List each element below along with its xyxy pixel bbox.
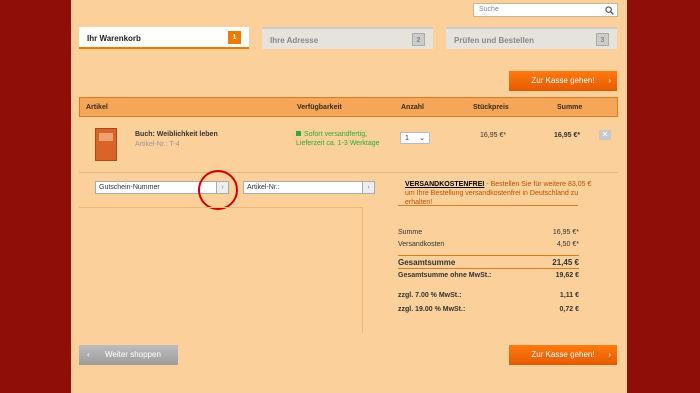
step-review-number: 3 (596, 33, 609, 46)
search-icon[interactable] (605, 6, 614, 15)
checkout-label: Zur Kasse gehen! (531, 76, 595, 85)
article-input-value: Artikel-Nr.: (247, 184, 280, 191)
checkout-button-bottom[interactable]: Zur Kasse gehen! › (509, 345, 617, 365)
summary-vat19-value: 0,72 € (559, 306, 579, 313)
cart-table-header: Artikel Verfügbarkeit Anzahl Stückpreis … (79, 97, 618, 117)
chevron-right-icon: › (608, 76, 611, 85)
availability-status: Sofort versandfertig, (296, 131, 367, 138)
continue-shopping-button[interactable]: ‹ Weiter shoppen (79, 345, 178, 365)
col-article: Artikel (86, 104, 108, 111)
article-number-input[interactable]: Artikel-Nr.: › (243, 181, 375, 194)
summary-sum-label: Summe (398, 229, 423, 236)
step-address-label: Ihre Adresse (270, 36, 319, 45)
step-review: Prüfen und Bestellen 3 (446, 27, 617, 49)
table-row: Buch: Weiblichkeit leben Artikel-Nr.: T-… (79, 118, 618, 173)
chevron-down-icon: ⌄ (419, 135, 425, 142)
product-image[interactable] (95, 128, 117, 161)
step-cart-label: Ihr Warenkorb (87, 34, 141, 43)
col-availability: Verfügbarkeit (297, 104, 342, 111)
checkout-label: Zur Kasse gehen! (531, 350, 595, 359)
summary-vat7-label: zzgl. 7.00 % MwSt.: (398, 292, 462, 299)
highlight-circle (198, 170, 238, 210)
col-sum: Summe (557, 104, 583, 111)
coupon-value: Gutschein-Nummer (99, 184, 160, 191)
step-cart-number: 1 (228, 31, 241, 44)
article-submit-icon[interactable]: › (362, 182, 374, 193)
unit-price: 16,95 €* (480, 132, 507, 139)
step-address-number: 2 (412, 33, 425, 46)
left-panel (79, 207, 363, 333)
checkout-button-top[interactable]: Zur Kasse gehen! › (509, 71, 617, 91)
availability-icon (296, 131, 301, 136)
summary-sum-value: 16,95 €* (552, 229, 579, 236)
delivery-time: Lieferzeit ca. 1-3 Werktage (296, 140, 380, 147)
search-placeholder: Suche (479, 6, 499, 13)
summary-net-value: 19,62 € (555, 272, 579, 279)
quantity-value: 1 (405, 135, 409, 142)
continue-shopping-label: Weiter shoppen (105, 350, 161, 359)
summary-vat19-label: zzgl. 19.00 % MwSt.: (398, 306, 466, 313)
shipping-divider (398, 205, 578, 206)
col-quantity: Anzahl (401, 104, 424, 111)
summary-shipping-label: Versandkosten (398, 241, 445, 248)
summary-shipping-value: 4,50 €* (556, 241, 579, 248)
summary-total-value: 21,45 € (552, 258, 579, 267)
step-review-label: Prüfen und Bestellen (454, 36, 535, 45)
step-cart: Ihr Warenkorb 1 (79, 27, 249, 49)
summary-net-label: Gesamtsumme ohne MwSt.: (398, 272, 492, 279)
product-title[interactable]: Buch: Weiblichkeit leben (135, 131, 218, 138)
chevron-left-icon: ‹ (87, 350, 90, 359)
quantity-select[interactable]: 1 ⌄ (400, 132, 430, 144)
summary-vat7-value: 1,11 € (559, 292, 579, 299)
search-input[interactable]: Suche (473, 3, 618, 17)
col-unit-price: Stückpreis (473, 104, 509, 111)
product-article-number: Artikel-Nr.: T-4 (135, 141, 180, 148)
shipping-info: VERSANDKOSTENFREI - Bestellen Sie für we… (405, 180, 592, 207)
summary-total-label: Gesamtsumme (398, 258, 456, 267)
free-shipping-link[interactable]: VERSANDKOSTENFREI (405, 181, 484, 188)
chevron-right-icon: › (608, 350, 611, 359)
row-sum: 16,95 €* (554, 132, 581, 139)
remove-item-button[interactable]: ✕ (599, 130, 611, 140)
step-address: Ihre Adresse 2 (262, 27, 433, 49)
order-summary: Summe 16,95 €* Versandkosten 4,50 €* Gesam… (398, 229, 579, 317)
